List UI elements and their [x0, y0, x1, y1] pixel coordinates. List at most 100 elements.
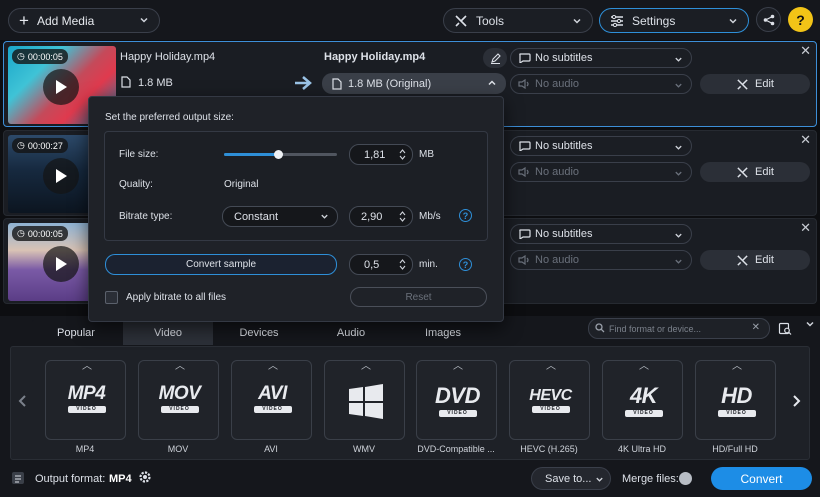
- format-label: HEVC (H.265): [520, 444, 578, 454]
- tools-icon: [736, 166, 749, 179]
- chevron-down-icon: [674, 169, 683, 178]
- reset-button[interactable]: Reset: [350, 287, 487, 307]
- play-button[interactable]: [43, 158, 79, 194]
- subtitles-dropdown[interactable]: No subtitles: [510, 48, 692, 68]
- bitrate-type-dropdown[interactable]: Constant: [222, 206, 338, 227]
- chevron-up-icon: ︿: [361, 361, 371, 372]
- hd-logo: HD VIDEO: [696, 383, 777, 417]
- chevron-down-icon: [674, 55, 683, 64]
- stepper-arrows-icon[interactable]: [399, 258, 406, 271]
- add-media-label: Add Media: [36, 13, 95, 28]
- tab-popular[interactable]: Popular: [32, 320, 120, 345]
- gear-icon[interactable]: [138, 470, 152, 484]
- scroll-left-button[interactable]: [17, 394, 27, 408]
- add-media-button[interactable]: + Add Media: [8, 8, 160, 33]
- tab-video[interactable]: Video: [123, 320, 213, 345]
- remove-file-button[interactable]: ✕: [800, 43, 811, 59]
- subtitles-dropdown[interactable]: No subtitles: [510, 224, 692, 244]
- subtitles-icon: [518, 229, 531, 239]
- hevc-logo: HEVC VIDEO: [529, 387, 572, 413]
- chevron-up-icon: ︿: [175, 361, 185, 372]
- sample-unit: min.: [419, 259, 438, 270]
- file-icon: [121, 76, 131, 88]
- convert-button[interactable]: Convert: [711, 467, 812, 490]
- format-tile-mp4[interactable]: ︿ MP4 VIDEO: [45, 360, 126, 440]
- settings-button[interactable]: Settings: [599, 8, 749, 33]
- format-label: 4K Ultra HD: [617, 444, 666, 454]
- edit-output-name-button[interactable]: [483, 48, 507, 68]
- save-to-button[interactable]: Save to...: [531, 467, 611, 490]
- sliders-icon: [610, 14, 624, 27]
- edit-button[interactable]: Edit: [700, 250, 810, 270]
- tools-button[interactable]: Tools: [443, 8, 593, 33]
- tab-devices[interactable]: Devices: [216, 320, 302, 345]
- chevron-down-icon: [674, 81, 683, 90]
- edit-button[interactable]: Edit: [700, 74, 810, 94]
- remove-file-button[interactable]: ✕: [800, 132, 811, 148]
- help-button[interactable]: ?: [788, 7, 813, 32]
- file-size-stepper[interactable]: 1,81: [349, 144, 413, 165]
- save-to-label: Save to...: [545, 472, 592, 485]
- subtitles-label: No subtitles: [535, 140, 593, 152]
- chevron-down-icon: [728, 16, 738, 26]
- duration-badge: ◷ 00:00:27: [12, 138, 68, 153]
- remove-file-button[interactable]: ✕: [800, 220, 811, 236]
- sample-length-stepper[interactable]: 0,5: [349, 254, 413, 275]
- clock-icon: ◷: [17, 140, 25, 150]
- play-button[interactable]: [43, 69, 79, 105]
- tools-icon: [454, 14, 468, 28]
- popover-title: Set the preferred output size:: [105, 112, 234, 123]
- format-tile-hd[interactable]: ︿ HD VIDEO: [695, 360, 776, 440]
- apply-all-checkbox[interactable]: [105, 291, 118, 304]
- edit-button[interactable]: Edit: [700, 162, 810, 182]
- chevron-up-icon: ︿: [732, 361, 742, 372]
- format-label: MP4: [75, 444, 95, 454]
- chevron-up-icon: ︿: [268, 361, 278, 372]
- plus-icon: +: [19, 10, 29, 30]
- bitrate-value: 2,90: [361, 210, 383, 223]
- help-icon[interactable]: ?: [459, 209, 472, 222]
- bitrate-unit: Mb/s: [419, 211, 441, 222]
- quality-label: Quality:: [119, 179, 153, 190]
- audio-dropdown[interactable]: No audio: [510, 162, 692, 182]
- merge-files-toggle[interactable]: [679, 472, 692, 485]
- file-size-slider[interactable]: [224, 150, 337, 159]
- tools-icon: [736, 78, 749, 91]
- audio-label: No audio: [535, 166, 580, 178]
- stepper-arrows-icon[interactable]: [399, 148, 406, 161]
- format-tile-hevc[interactable]: ︿ HEVC VIDEO: [509, 360, 590, 440]
- device-detect-button[interactable]: [776, 320, 794, 338]
- format-search-input[interactable]: Find format or device... ✕: [588, 318, 770, 339]
- clear-search-icon[interactable]: ✕: [752, 322, 760, 333]
- format-tile-4k[interactable]: ︿ 4K VIDEO: [602, 360, 683, 440]
- output-size-dropdown[interactable]: 1.8 MB (Original): [322, 73, 506, 94]
- scroll-right-button[interactable]: [792, 394, 802, 408]
- share-icon: [763, 14, 775, 26]
- bitrate-stepper[interactable]: 2,90: [349, 206, 413, 227]
- output-format-value: MP4: [109, 473, 132, 485]
- audio-dropdown[interactable]: No audio: [510, 250, 692, 270]
- format-tile-wmv[interactable]: ︿: [324, 360, 405, 440]
- help-icon[interactable]: ?: [459, 258, 472, 271]
- tab-audio[interactable]: Audio: [305, 320, 397, 345]
- quality-value: Original: [224, 179, 259, 190]
- subtitles-dropdown[interactable]: No subtitles: [510, 136, 692, 156]
- convert-sample-button[interactable]: Convert sample: [105, 254, 337, 275]
- collapse-panel-icon[interactable]: [805, 319, 815, 329]
- chevron-up-icon: ︿: [639, 361, 649, 372]
- play-button[interactable]: [43, 246, 79, 282]
- format-tile-dvd[interactable]: ︿ DVD VIDEO: [416, 360, 497, 440]
- chevron-up-icon: ︿: [453, 361, 463, 372]
- file-size: 1.8 MB: [138, 77, 173, 89]
- subtitles-label: No subtitles: [535, 52, 593, 64]
- tools-icon: [736, 254, 749, 267]
- merge-files-label: Merge files:: [622, 473, 679, 485]
- edit-label: Edit: [755, 166, 774, 178]
- format-tile-avi[interactable]: ︿ AVI VIDEO: [231, 360, 312, 440]
- audio-dropdown[interactable]: No audio: [510, 74, 692, 94]
- share-button[interactable]: [756, 7, 781, 32]
- stepper-arrows-icon[interactable]: [399, 210, 406, 223]
- format-tile-mov[interactable]: ︿ MOV VIDEO: [138, 360, 219, 440]
- tab-images[interactable]: Images: [400, 320, 486, 345]
- file-size-label: File size:: [119, 149, 159, 160]
